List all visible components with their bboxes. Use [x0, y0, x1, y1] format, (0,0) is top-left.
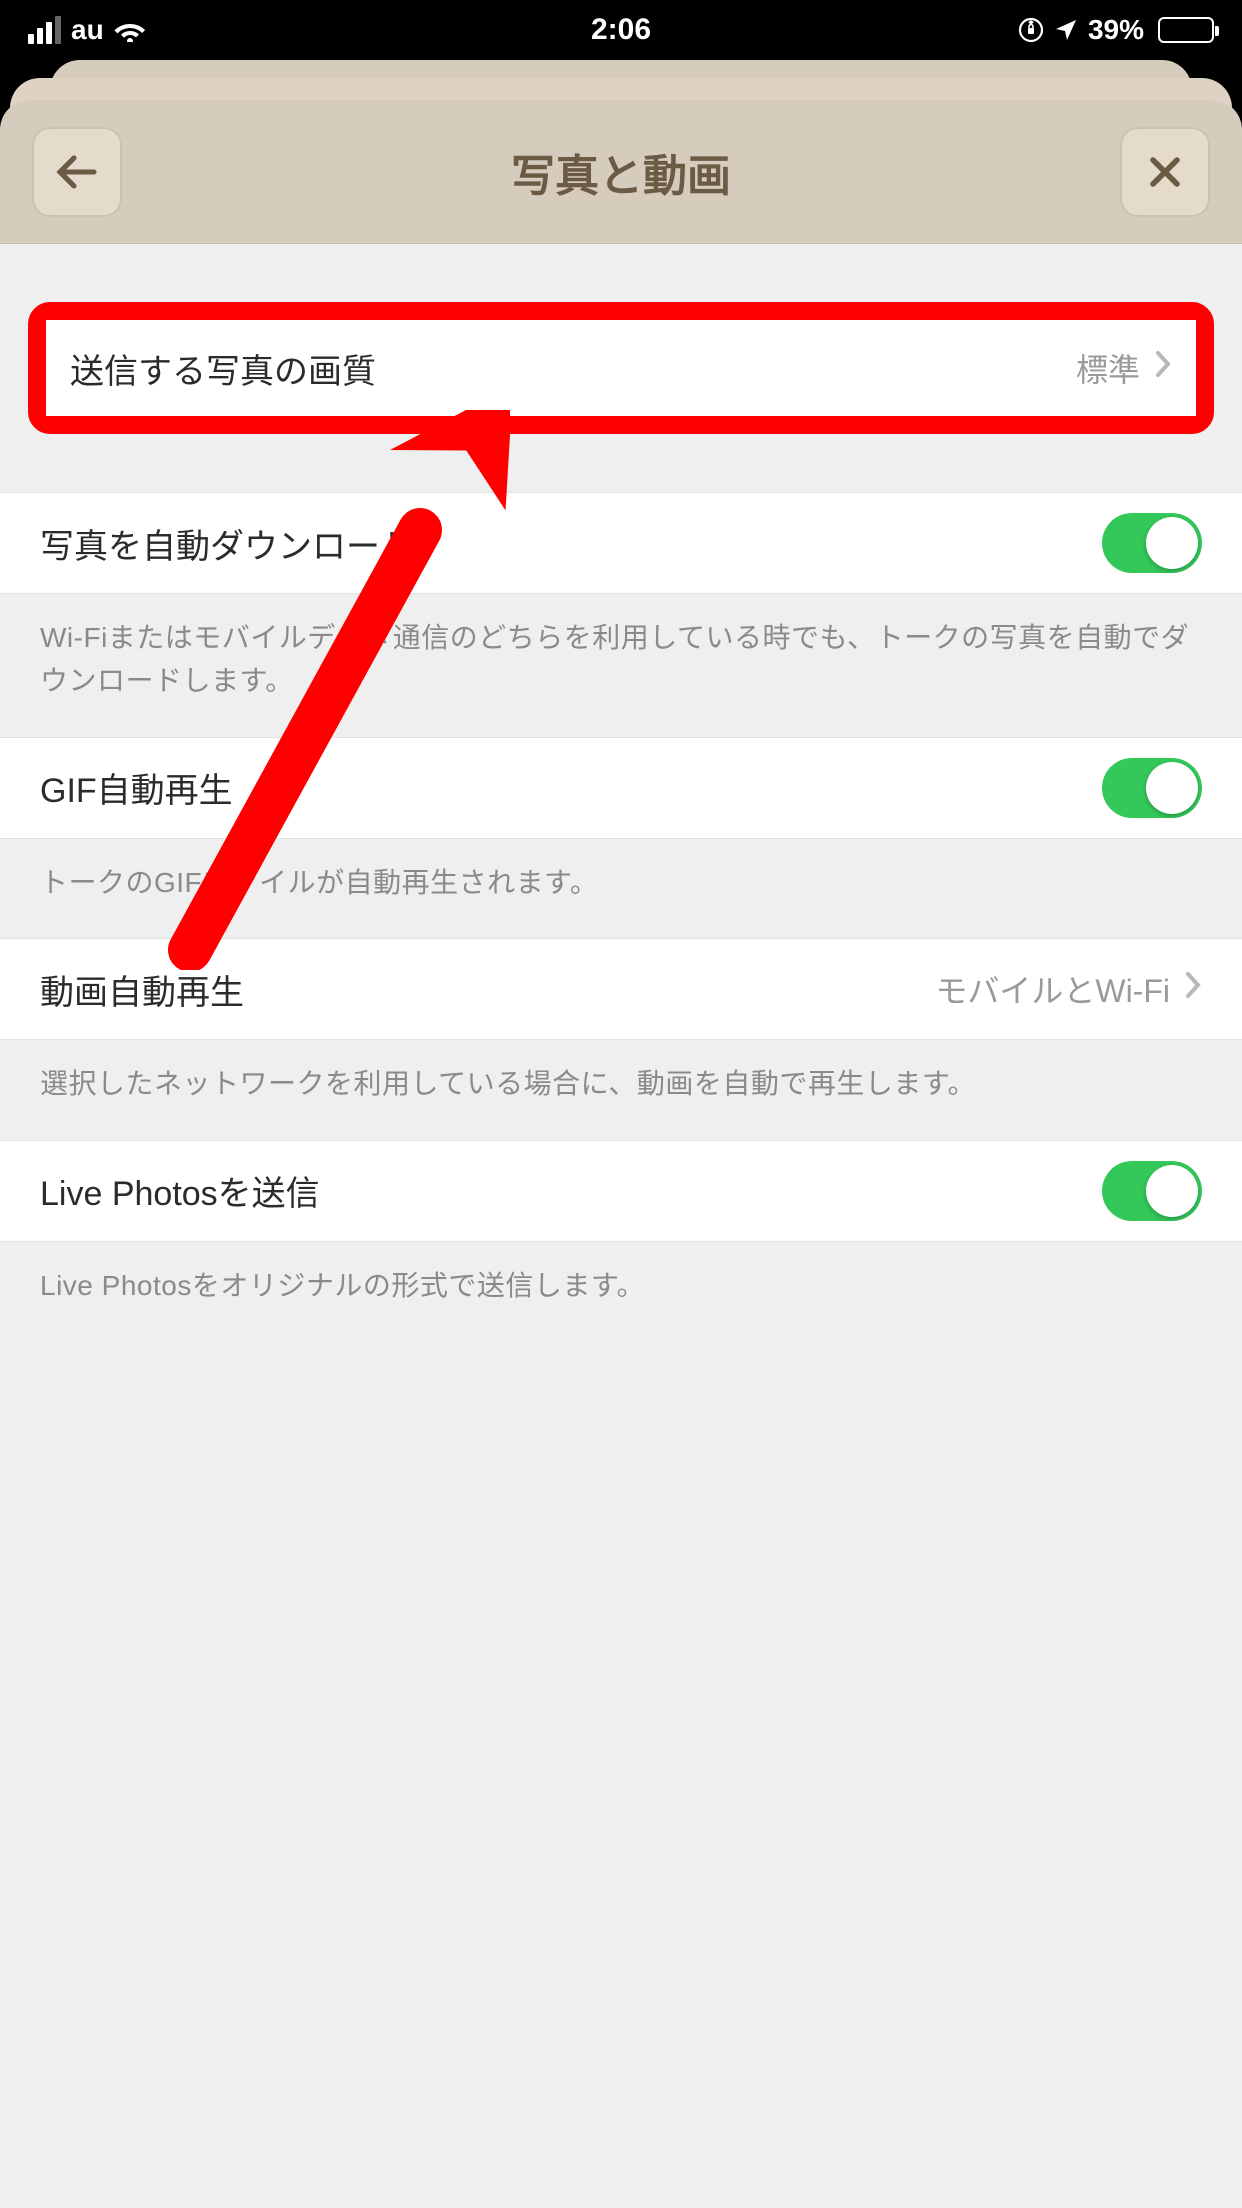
carrier-label: au: [71, 14, 104, 46]
settings-content: 送信する写真の画質 標準 写真を自動ダウンロード Wi-Fiまたはモバイルデータ…: [0, 244, 1242, 2208]
clock: 2:06: [591, 13, 651, 47]
row-live-photos[interactable]: Live Photosを送信: [0, 1140, 1242, 1242]
row-value: モバイルとWi-Fi: [935, 966, 1170, 1012]
signal-icon: [28, 16, 61, 44]
chevron-right-icon: [1154, 349, 1172, 387]
row-label: Live Photosを送信: [40, 1166, 320, 1215]
toggle-gif-autoplay[interactable]: [1102, 758, 1202, 818]
row-label: 動画自動再生: [40, 965, 244, 1014]
row-desc: Live Photosをオリジナルの形式で送信します。: [0, 1242, 1242, 1341]
battery-pct: 39%: [1088, 14, 1144, 46]
toggle-auto-download[interactable]: [1102, 513, 1202, 573]
back-arrow-icon: [54, 152, 100, 192]
rotation-lock-icon: [1018, 17, 1044, 43]
wifi-icon: [114, 18, 146, 42]
status-left: au: [28, 14, 146, 46]
back-button[interactable]: [32, 127, 122, 217]
location-icon: [1054, 18, 1078, 42]
status-bar: au 2:06 39%: [0, 0, 1242, 60]
chevron-right-icon: [1184, 970, 1202, 1008]
nav-bar: 写真と動画: [0, 100, 1242, 244]
row-desc: Wi-Fiまたはモバイルデータ通信のどちらを利用している時でも、トークの写真を自…: [0, 594, 1242, 737]
page-title: 写真と動画: [511, 140, 731, 204]
status-right: 39%: [1018, 14, 1214, 46]
row-auto-download[interactable]: 写真を自動ダウンロード: [0, 492, 1242, 594]
row-label: 送信する写真の画質: [70, 344, 376, 393]
row-desc: トークのGIFファイルが自動再生されます。: [0, 839, 1242, 938]
settings-sheet: 写真と動画 送信する写真の画質 標準: [0, 100, 1242, 2208]
close-button[interactable]: [1120, 127, 1210, 217]
row-gif-autoplay[interactable]: GIF自動再生: [0, 737, 1242, 839]
row-label: GIF自動再生: [40, 763, 233, 812]
row-desc: 選択したネットワークを利用している場合に、動画を自動で再生します。: [0, 1040, 1242, 1139]
row-photo-quality[interactable]: 送信する写真の画質 標準: [46, 320, 1196, 416]
battery-icon: [1158, 17, 1214, 43]
highlight-box: 送信する写真の画質 標準: [28, 302, 1214, 434]
row-video-autoplay[interactable]: 動画自動再生 モバイルとWi-Fi: [0, 938, 1242, 1040]
toggle-live-photos[interactable]: [1102, 1161, 1202, 1221]
row-label: 写真を自動ダウンロード: [40, 519, 414, 568]
row-value: 標準: [1076, 345, 1140, 391]
close-icon: [1145, 152, 1185, 192]
